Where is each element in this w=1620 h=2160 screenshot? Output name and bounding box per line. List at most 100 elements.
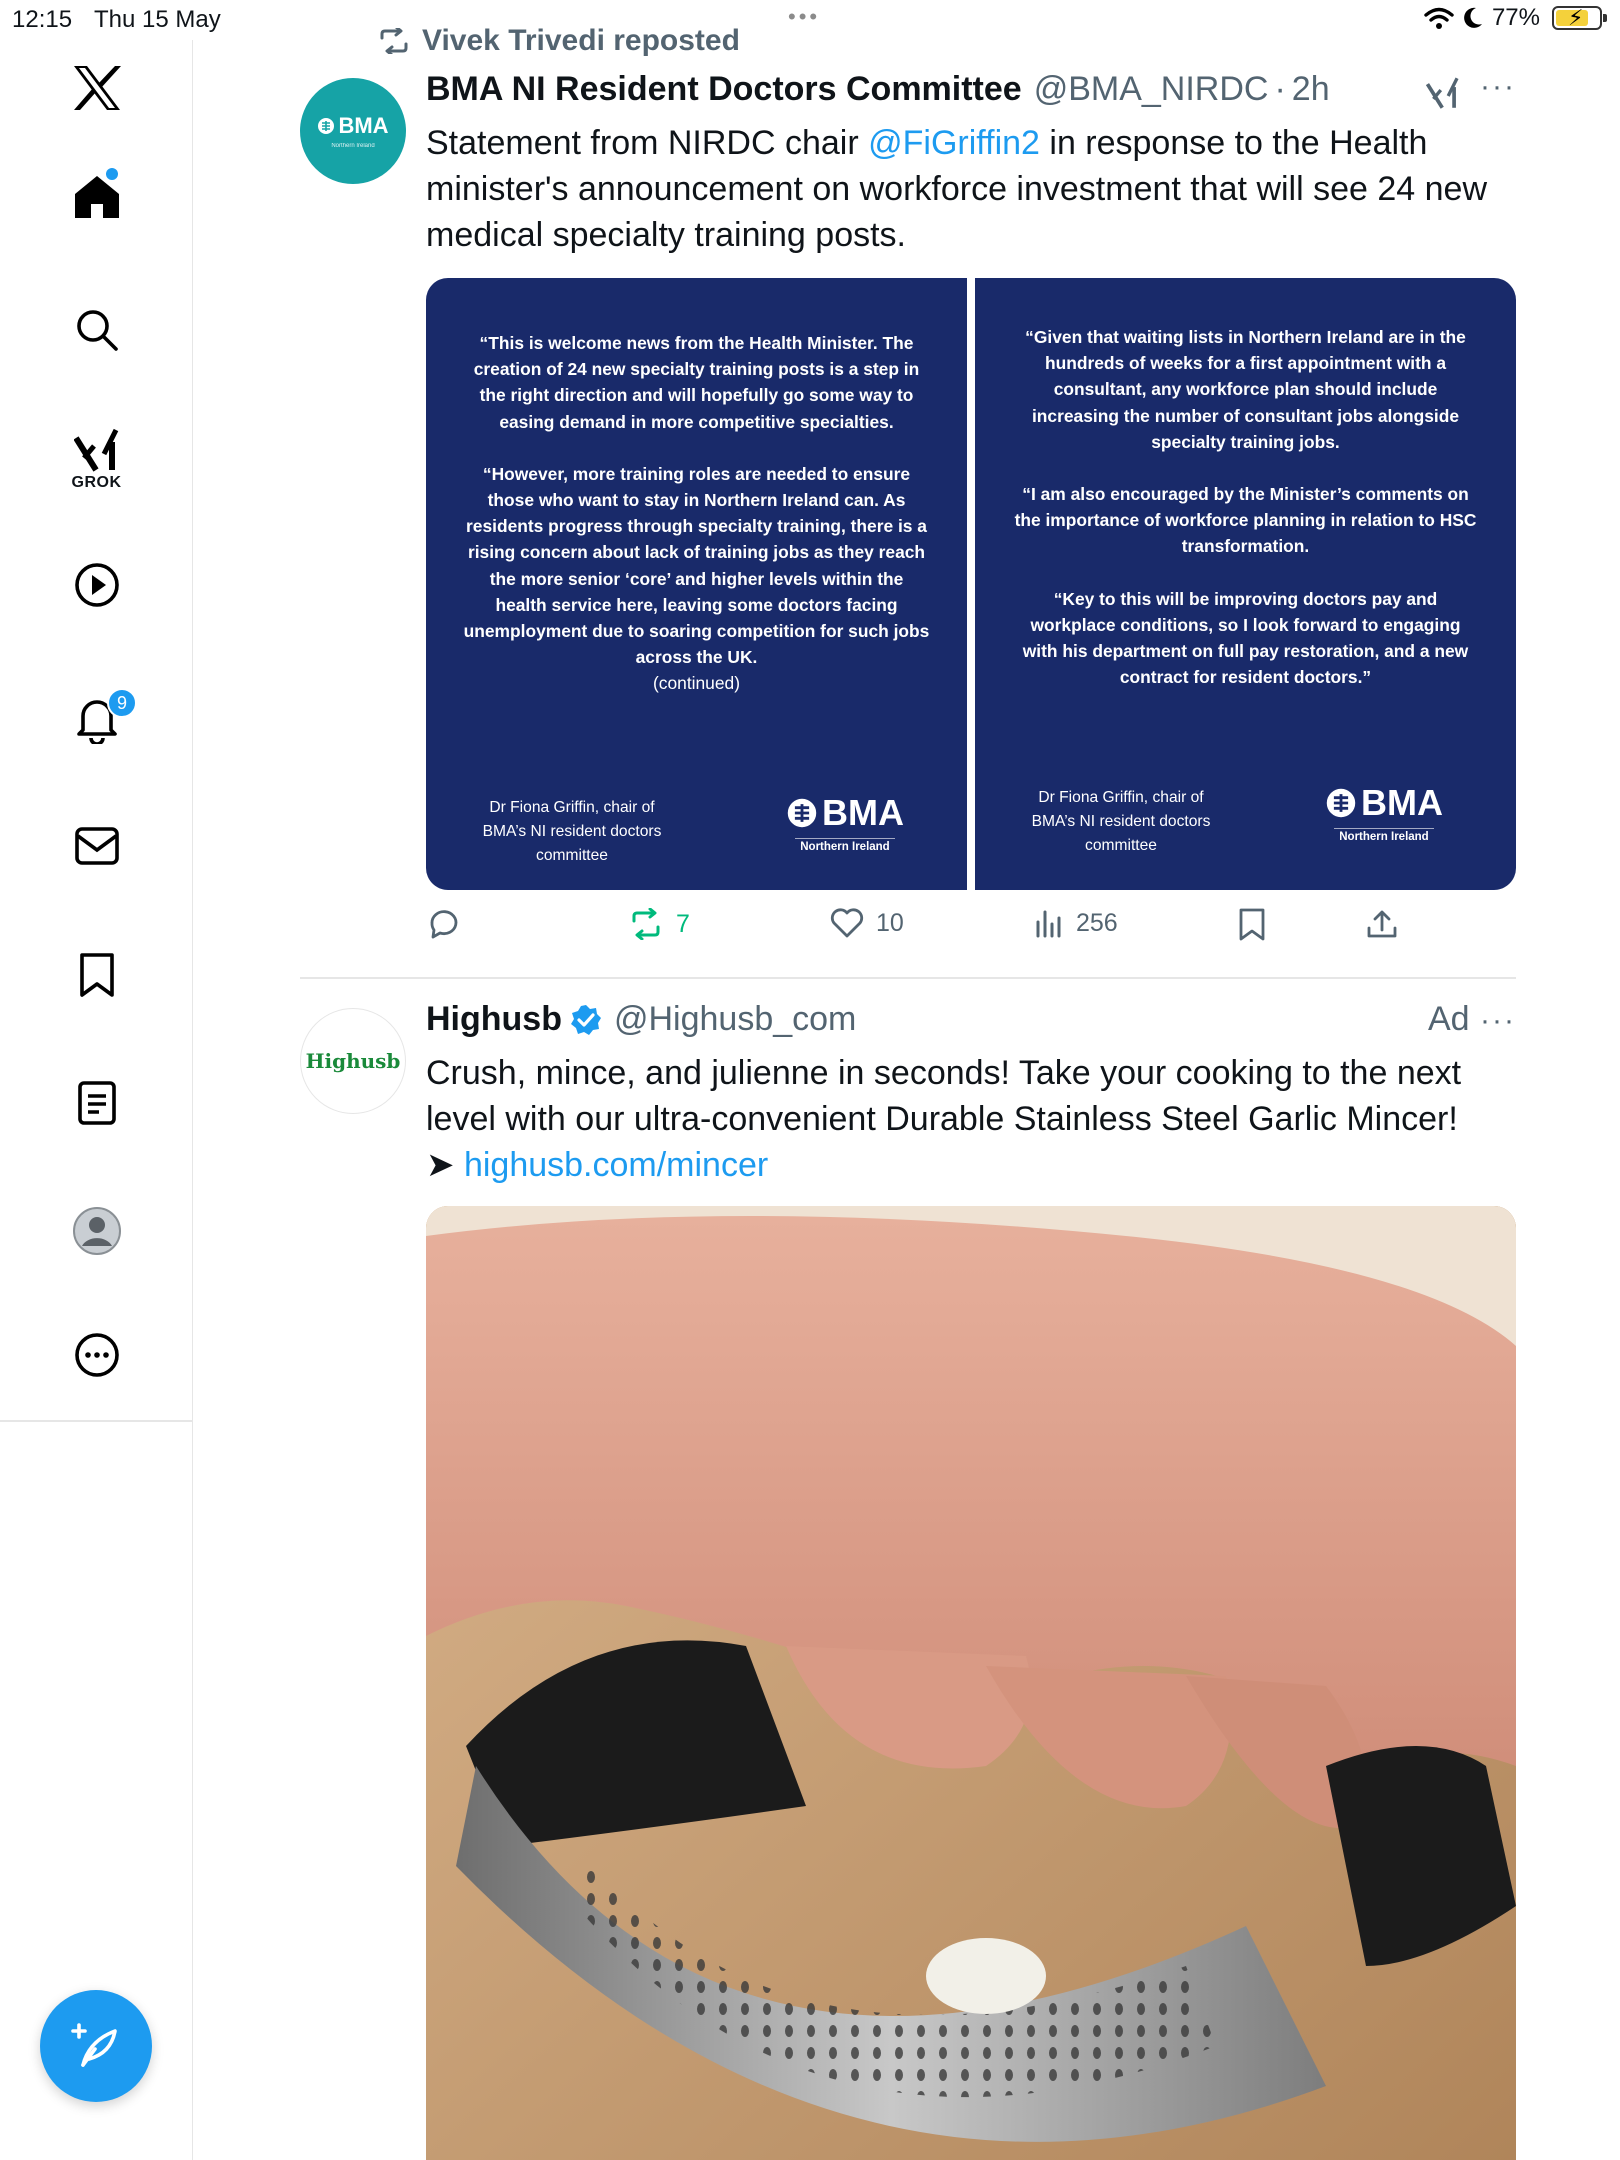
bma-avatar-logo: BMA	[317, 113, 389, 139]
media-2-logo-text: BMA	[1361, 782, 1443, 823]
moon-icon	[1464, 7, 1482, 28]
sidebar-divider	[0, 1420, 193, 1422]
post-more-icon[interactable]: ···	[1480, 1004, 1516, 1038]
media-1-logo-subtext: Northern Ireland	[800, 841, 890, 853]
media-1-paragraph: “However, more training roles are needed…	[463, 463, 930, 668]
grok-label: GROK	[71, 474, 122, 491]
reply-icon	[430, 910, 458, 939]
profile-icon	[72, 1207, 121, 1255]
repost-icon	[380, 28, 408, 54]
mention-link[interactable]: @FiGriffin2	[868, 124, 1040, 162]
sidebar-item-profile[interactable]	[0, 1206, 193, 1256]
author-name[interactable]: BMA NI Resident Doctors Committee	[426, 70, 1022, 109]
repost-count: 7	[676, 909, 690, 938]
sidebar-item-messages[interactable]	[0, 826, 193, 866]
author-name[interactable]: Highusb	[426, 1000, 562, 1039]
sidebar-item-notifications[interactable]: 9	[0, 688, 193, 744]
post-actions: 7 10 256	[426, 908, 1406, 948]
avatar-text: BMA	[338, 113, 389, 138]
avatar[interactable]: Highusb	[300, 1008, 406, 1114]
multitasking-dots-icon[interactable]: •••	[788, 4, 820, 30]
media-1-paragraph: “This is welcome news from the Health Mi…	[473, 333, 920, 432]
ad-label: Ad	[1428, 1000, 1470, 1038]
bookmark-icon	[79, 953, 114, 997]
repost-label: Vivek Trivedi reposted	[422, 24, 740, 57]
sidebar-item-lists[interactable]	[0, 1080, 193, 1126]
post-time[interactable]: 2h	[1292, 70, 1330, 109]
author-handle[interactable]: @BMA_NIRDC	[1034, 70, 1269, 109]
repost-button[interactable]: 7	[628, 908, 690, 940]
views-icon	[1036, 910, 1061, 938]
avatar[interactable]: BMA Northern Ireland	[300, 78, 406, 184]
post-text-start: Statement from NIRDC chair	[426, 124, 869, 162]
author-handle[interactable]: @Highusb_com	[614, 1000, 856, 1039]
views-button[interactable]: 256	[1034, 908, 1118, 938]
sidebar-nav: GROK 9	[0, 40, 193, 2160]
sidebar-item-more[interactable]	[0, 1332, 193, 1378]
ad-video-thumbnail[interactable]	[426, 1206, 1516, 2160]
media-2-logo-subtext: Northern Ireland	[1339, 831, 1429, 843]
notification-count-badge: 9	[107, 688, 137, 718]
grok-icon	[73, 428, 118, 472]
share-icon	[1367, 910, 1397, 938]
post-header: Highusb @Highusb_com	[426, 1000, 856, 1039]
battery-icon: ⚡	[1552, 5, 1607, 30]
battery-percent: 77%	[1491, 4, 1540, 31]
media-2-paragraph: “Key to this will be improving doctors p…	[1022, 588, 1469, 688]
sidebar-item-grok[interactable]: GROK	[0, 428, 193, 492]
sidebar-item-explore[interactable]	[0, 308, 193, 352]
media-image-2[interactable]: “Given that waiting lists in Northern Ir…	[975, 278, 1516, 890]
like-button[interactable]: 10	[830, 908, 904, 938]
media-1-quote: “This is welcome news from the Health Mi…	[462, 330, 931, 697]
x-logo-icon	[73, 66, 121, 110]
media-2-bma-logo: BMA Northern Ireland	[1325, 782, 1443, 843]
sidebar-item-video[interactable]	[0, 562, 193, 608]
share-button[interactable]	[1366, 908, 1398, 940]
sidebar-item-x-logo[interactable]	[0, 64, 193, 112]
bookmark-icon	[1239, 908, 1265, 941]
grok-explain-icon[interactable]	[1426, 76, 1460, 110]
bookmark-button[interactable]	[1238, 908, 1266, 942]
post-divider	[300, 977, 1516, 979]
bma-emblem-icon	[318, 118, 335, 134]
ad-link[interactable]: highusb.com/mincer	[464, 1146, 768, 1184]
verified-badge-icon	[570, 1004, 601, 1035]
sidebar-item-bookmarks[interactable]	[0, 952, 193, 998]
more-circle-icon	[74, 1333, 119, 1377]
view-count: 256	[1076, 908, 1118, 937]
home-icon	[74, 176, 119, 218]
reply-button[interactable]	[428, 908, 460, 940]
media-1-bma-logo: BMA Northern Ireland	[786, 792, 904, 853]
wifi-icon	[1424, 7, 1454, 29]
media-image-1[interactable]: “This is welcome news from the Health Mi…	[426, 278, 967, 890]
media-2-signature: Dr Fiona Griffin, chair of BMA’s NI resi…	[1031, 789, 1211, 854]
bma-emblem-icon	[1326, 788, 1356, 818]
status-bar: 12:15 Thu 15 May ••• 77% ⚡	[0, 0, 1620, 40]
post-more-icon[interactable]: ···	[1480, 70, 1516, 104]
mail-icon	[74, 827, 119, 865]
arrow-glyph: ➤	[426, 1146, 455, 1184]
avatar-text: Highusb	[305, 1049, 401, 1073]
media-2-paragraph: “I am also encouraged by the Minister’s …	[1014, 484, 1477, 557]
post-header: BMA NI Resident Doctors Committee @BMA_N…	[426, 70, 1330, 109]
list-icon	[77, 1081, 116, 1125]
status-indicators: 77% ⚡	[1424, 4, 1607, 32]
media-1-logo-text: BMA	[822, 792, 904, 833]
home-unread-dot	[106, 168, 118, 180]
media-2-paragraph: “Given that waiting lists in Northern Ir…	[1025, 327, 1466, 452]
bma-emblem-icon	[787, 798, 817, 828]
like-count: 10	[876, 908, 904, 937]
repost-context[interactable]: Vivek Trivedi reposted	[378, 24, 740, 58]
garlic-press-photo	[426, 1206, 1516, 2160]
media-2-quote: “Given that waiting lists in Northern Ir…	[1011, 324, 1480, 690]
post-media-grid[interactable]: “This is welcome news from the Health Mi…	[426, 278, 1516, 890]
sidebar-item-home[interactable]	[0, 168, 193, 220]
status-time: 12:15	[12, 6, 73, 33]
post-text: Statement from NIRDC chair @FiGriffin2 i…	[426, 120, 1526, 258]
post-text-body: Crush, mince, and julienne in seconds! T…	[426, 1054, 1462, 1138]
video-icon	[74, 563, 119, 607]
status-date: Thu 15 May	[94, 6, 221, 33]
compose-icon	[71, 2023, 117, 2067]
compose-button[interactable]	[40, 1990, 152, 2102]
separator-dot: ·	[1274, 70, 1286, 108]
